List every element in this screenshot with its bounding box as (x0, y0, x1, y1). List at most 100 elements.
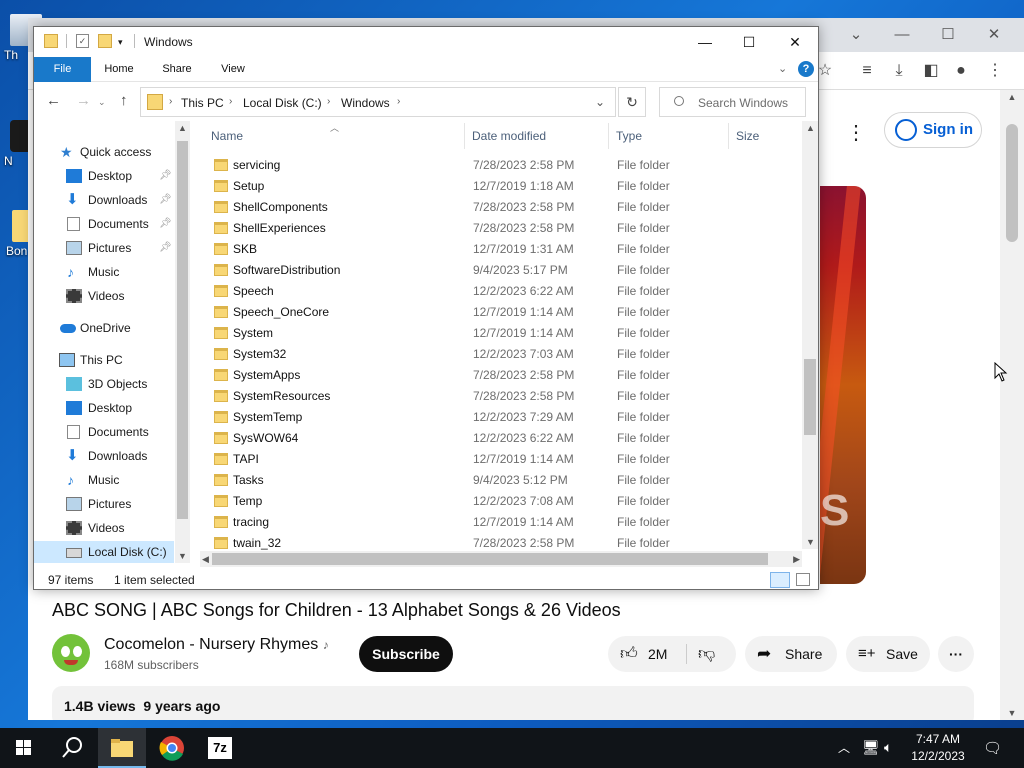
minimize-button[interactable]: — (682, 27, 728, 57)
close-button[interactable]: ✕ (772, 27, 818, 57)
download-icon[interactable]: ⤓ (888, 60, 910, 82)
nav-videos[interactable]: Videos (34, 285, 174, 307)
profile-icon[interactable]: ● (950, 60, 972, 82)
scroll-left-icon[interactable]: ◀ (202, 554, 209, 565)
save-button[interactable]: ≡+ Save (846, 636, 930, 672)
maximize-button[interactable]: ☐ (726, 27, 772, 57)
channel-avatar[interactable] (52, 634, 90, 672)
like-icon[interactable]: 👍︎ (620, 636, 638, 672)
dislike-icon[interactable]: 👎︎ (698, 636, 715, 672)
nav-pc-documents[interactable]: Documents (34, 421, 174, 443)
nav-quick-access[interactable]: ★ Quick access (34, 141, 174, 163)
breadcrumb-item[interactable]: This PC (181, 96, 224, 110)
nav-downloads[interactable]: ⬇ Downloads 📌︎ (34, 189, 174, 211)
scroll-down-icon[interactable]: ▼ (806, 537, 815, 547)
scrollbar-thumb[interactable] (804, 359, 816, 435)
scrollbar-thumb[interactable] (1006, 124, 1018, 242)
nav-documents[interactable]: Documents 📌︎ (34, 213, 174, 235)
table-row[interactable]: SystemApps 7/28/2023 2:58 PM File folder (202, 365, 802, 386)
help-icon[interactable]: ? (798, 61, 814, 77)
chrome-menu-icon[interactable]: ⋮ (984, 60, 1006, 82)
table-row[interactable]: Temp 12/2/2023 7:08 AM File folder (202, 491, 802, 512)
customize-qat-icon[interactable]: ▾ (118, 37, 123, 48)
nav-desktop[interactable]: Desktop 📌︎ (34, 165, 174, 187)
more-options-icon[interactable]: ⋮ (846, 120, 866, 145)
breadcrumb-item[interactable]: Windows (341, 96, 390, 110)
page-scrollbar[interactable]: ▲ ▼ (1000, 90, 1024, 720)
tab-search-icon[interactable]: ⌄ (838, 24, 874, 46)
minimize-button[interactable]: — (884, 24, 920, 46)
chevron-right-icon[interactable]: › (397, 96, 400, 107)
chevron-right-icon[interactable]: › (327, 96, 330, 107)
nav-pc-downloads[interactable]: ⬇ Downloads (34, 445, 174, 467)
table-row[interactable]: SystemResources 7/28/2023 2:58 PM File fol… (202, 386, 802, 407)
sign-in-button[interactable]: Sign in (884, 112, 982, 148)
network-icon[interactable]: 🖥︎ (862, 739, 880, 756)
notifications-icon[interactable]: 🗨︎ (983, 739, 1002, 757)
up-icon[interactable]: ↑ (120, 92, 128, 109)
column-name[interactable]: Name (211, 129, 243, 143)
tab-view[interactable]: View (210, 57, 256, 82)
nav-local-disk[interactable]: Local Disk (C:) (34, 541, 174, 563)
column-divider[interactable] (464, 123, 465, 149)
table-row[interactable]: System 12/7/2019 1:14 AM File folder (202, 323, 802, 344)
recent-locations-icon[interactable]: ⌄ (98, 97, 106, 108)
refresh-button[interactable]: ↻ (618, 87, 646, 117)
table-row[interactable]: SoftwareDistribution 9/4/2023 5:17 PM File… (202, 260, 802, 281)
taskbar-chrome[interactable] (148, 728, 196, 768)
scroll-up-icon[interactable]: ▲ (1000, 92, 1024, 102)
table-row[interactable]: SysWOW64 12/2/2023 6:22 AM File folder (202, 428, 802, 449)
table-row[interactable]: System32 12/2/2023 7:03 AM File folder (202, 344, 802, 365)
table-row[interactable]: Speech_OneCore 12/7/2019 1:14 AM File fold… (202, 302, 802, 323)
column-divider[interactable] (608, 123, 609, 149)
like-count[interactable]: 2M (648, 636, 667, 672)
show-hidden-icons-icon[interactable]: ︿ (838, 739, 850, 756)
scroll-down-icon[interactable]: ▼ (1000, 708, 1024, 718)
nav-pc-music[interactable]: ♪ Music (34, 469, 174, 491)
column-size[interactable]: Size (736, 129, 759, 143)
table-row[interactable]: tracing 12/7/2019 1:14 AM File folder (202, 512, 802, 533)
chevron-right-icon[interactable]: › (229, 96, 232, 107)
chevron-right-icon[interactable]: › (169, 96, 172, 107)
description-box[interactable]: 1.4B views 9 years ago (52, 686, 974, 720)
start-button[interactable] (0, 728, 48, 768)
nav-this-pc[interactable]: This PC (34, 349, 174, 371)
table-row[interactable]: Speech 12/2/2023 6:22 AM File folder (202, 281, 802, 302)
share-button[interactable]: ➦ Share (745, 636, 837, 672)
search-button[interactable] (48, 728, 96, 768)
table-row[interactable]: TAPI 12/7/2019 1:14 AM File folder (202, 449, 802, 470)
table-row[interactable]: twain_32 7/28/2023 2:58 PM File folder (202, 533, 802, 551)
scroll-up-icon[interactable]: ▲ (806, 123, 815, 133)
tab-home[interactable]: Home (96, 57, 142, 82)
tab-file[interactable]: File (34, 57, 91, 82)
scroll-down-icon[interactable]: ▼ (178, 551, 187, 561)
maximize-button[interactable]: ☐ (930, 24, 966, 46)
large-icons-view-icon[interactable] (796, 573, 810, 586)
side-panel-icon[interactable]: ◧ (920, 60, 942, 82)
close-button[interactable]: ✕ (976, 24, 1012, 46)
table-row[interactable]: servicing 7/28/2023 2:58 PM File folder (202, 155, 802, 176)
breadcrumb-item[interactable]: Local Disk (C:) (243, 96, 322, 110)
nav-pc-pictures[interactable]: Pictures (34, 493, 174, 515)
table-row[interactable]: Setup 12/7/2019 1:18 AM File folder (202, 176, 802, 197)
nav-music[interactable]: ♪ Music (34, 261, 174, 283)
table-row[interactable]: ShellExperiences 7/28/2023 2:58 PM File fo… (202, 218, 802, 239)
taskbar-file-explorer[interactable] (98, 728, 146, 768)
nav-scrollbar[interactable]: ▲ ▼ (175, 121, 190, 563)
clock[interactable]: 7:47 AM 12/2/2023 (908, 731, 968, 765)
properties-icon[interactable]: ✓ (76, 34, 89, 48)
volume-muted-icon[interactable]: 🔈︎ (884, 739, 892, 756)
nav-pc-videos[interactable]: Videos (34, 517, 174, 539)
subscribe-button[interactable]: Subscribe (359, 636, 453, 672)
file-list-hscrollbar[interactable]: ◀ ▶ (200, 551, 802, 567)
channel-name[interactable]: Cocomelon - Nursery Rhymes ♪ (104, 636, 329, 654)
search-input[interactable]: Search Windows (659, 87, 806, 117)
nav-pc-desktop[interactable]: Desktop (34, 397, 174, 419)
nav-3d-objects[interactable]: 3D Objects (34, 373, 174, 395)
scroll-right-icon[interactable]: ▶ (793, 554, 800, 565)
video-player[interactable]: S (820, 186, 866, 584)
nav-pictures[interactable]: Pictures 📌︎ (34, 237, 174, 259)
more-actions-button[interactable]: ··· (938, 636, 974, 672)
table-row[interactable]: SKB 12/7/2019 1:31 AM File folder (202, 239, 802, 260)
taskbar-7zip[interactable]: 7z (196, 728, 244, 768)
